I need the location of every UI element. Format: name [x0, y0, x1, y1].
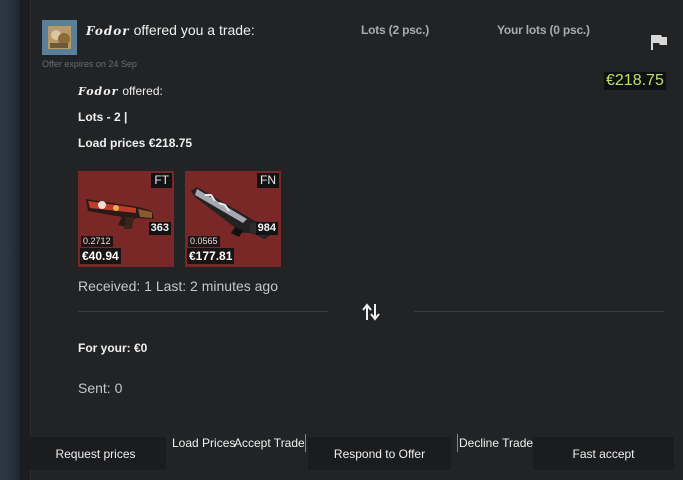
- item-wear-badge: FT: [151, 173, 172, 188]
- item-wear-badge: FN: [257, 173, 279, 188]
- lots-count: Lots - 2 |: [78, 110, 128, 124]
- decline-trade-button[interactable]: Decline Trade: [457, 434, 533, 452]
- total-price-badge: €218.75: [604, 72, 666, 90]
- divider-left: [78, 311, 328, 312]
- load-prices-button[interactable]: Load Prices: [172, 434, 235, 452]
- trade-offer-panel: Fodor offered you a trade: Offer expires …: [25, 0, 683, 480]
- flag-icon[interactable]: [650, 34, 668, 50]
- item-price: €40.94: [80, 248, 121, 264]
- tab-your-lots[interactable]: Your lots (0 psc.): [497, 23, 590, 37]
- fast-accept-button[interactable]: Fast accept: [533, 437, 674, 470]
- respond-to-offer-button[interactable]: Respond to Offer: [308, 437, 451, 470]
- request-prices-button[interactable]: Request prices: [25, 437, 166, 470]
- swap-arrows-icon[interactable]: [362, 302, 380, 322]
- item-count-badge: 363: [148, 222, 171, 235]
- left-scroll-strip: [0, 0, 20, 480]
- offer-header-text: offered you a trade:: [133, 22, 255, 38]
- for-your-total: For your: €0: [78, 341, 148, 355]
- tab-lots[interactable]: Lots (2 psc.): [361, 23, 429, 37]
- divider-right: [414, 311, 664, 312]
- offered-line: Fodor offered:: [78, 84, 163, 98]
- avatar[interactable]: [42, 20, 77, 55]
- item-count-badge: 984: [255, 222, 278, 235]
- item-float: 0.2712: [81, 236, 113, 247]
- offered-sender-name: Fodor: [78, 85, 119, 98]
- load-prices-total: Load prices €218.75: [78, 136, 193, 150]
- item-card[interactable]: FT 363 0.2712 €40.94: [78, 171, 174, 267]
- received-status: Received: 1 Last: 2 minutes ago: [78, 278, 279, 294]
- sent-status: Sent: 0: [78, 380, 123, 396]
- item-card[interactable]: FN 984 0.0565 €177.81: [185, 171, 281, 267]
- item-price: €177.81: [187, 248, 235, 264]
- accept-trade-button[interactable]: Accept Trade: [234, 434, 306, 452]
- offer-header: Fodor offered you a trade:: [86, 22, 255, 38]
- sender-name[interactable]: Fodor: [86, 24, 130, 38]
- item-float: 0.0565: [188, 236, 220, 247]
- offer-expiry: Offer expires on 24 Sep: [42, 59, 137, 69]
- offered-suffix: offered:: [122, 84, 163, 98]
